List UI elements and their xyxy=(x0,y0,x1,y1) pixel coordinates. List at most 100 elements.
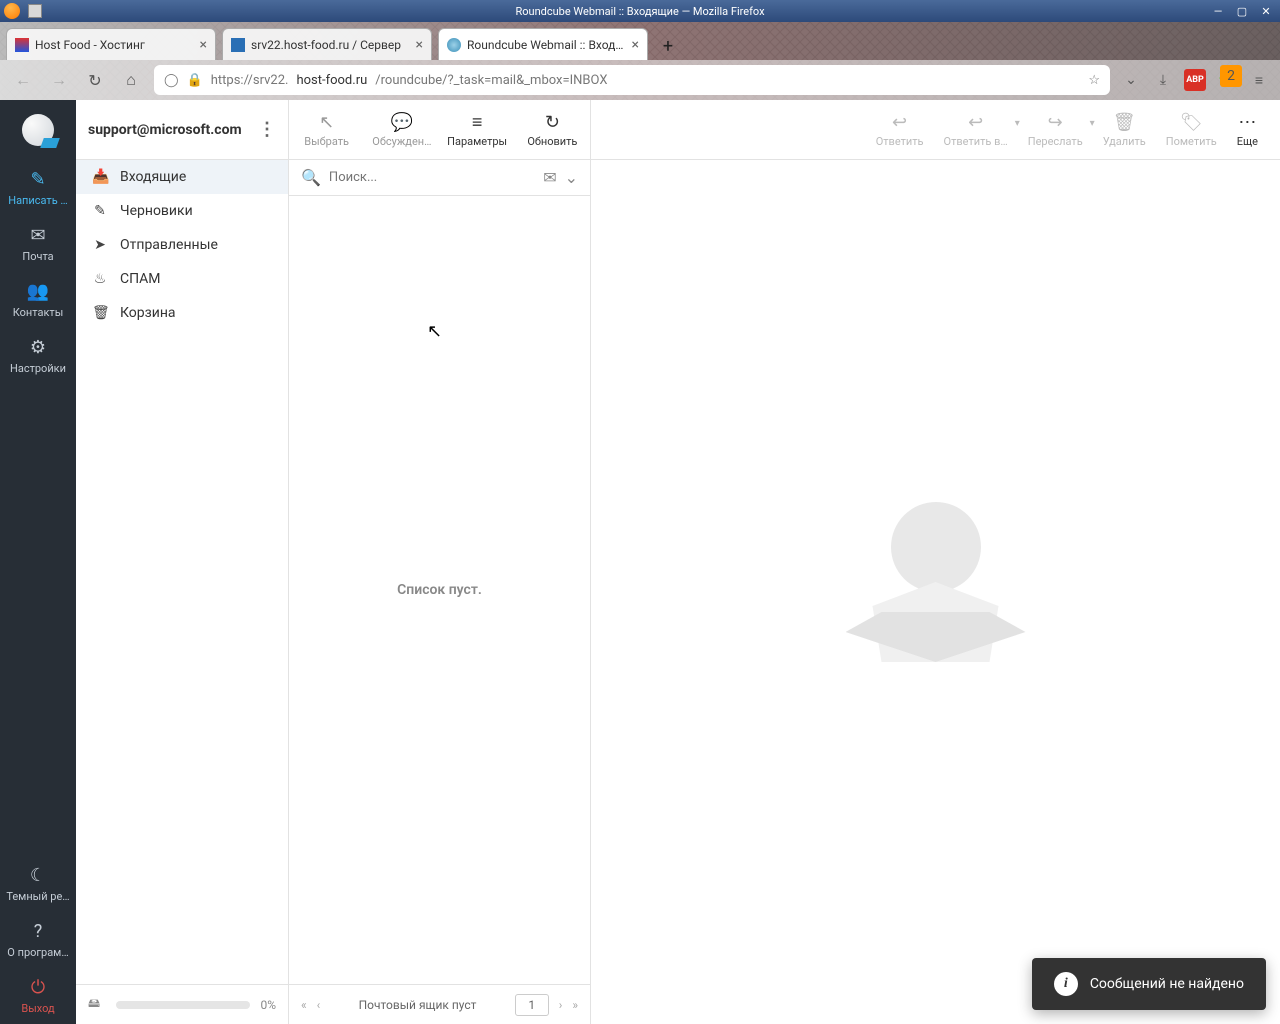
pencil-icon: ✎ xyxy=(92,203,108,219)
titlebar-square xyxy=(28,4,42,18)
lock-icon[interactable]: 🔒 xyxy=(187,73,203,88)
bookmark-star-icon[interactable]: ☆ xyxy=(1088,73,1100,88)
reply-all-icon: ↩ xyxy=(968,112,983,133)
browser-chrome: Host Food - Хостинг × srv22.host-food.ru… xyxy=(0,22,1280,100)
window-minimize-button[interactable]: — xyxy=(1208,5,1228,18)
forward-button[interactable]: ↪ Переслать ▾ xyxy=(1022,112,1089,148)
url-prefix: https://srv22. xyxy=(211,73,289,88)
window-maximize-button[interactable]: ▢ xyxy=(1232,5,1252,18)
nav-about[interactable]: ? О програм… xyxy=(0,912,76,968)
more-button[interactable]: ⋯ Еще xyxy=(1231,112,1264,148)
folder-spam[interactable]: ♨ СПАМ xyxy=(76,262,288,296)
firefox-app-icon xyxy=(4,3,20,19)
nav-home-button[interactable]: ⌂ xyxy=(118,67,144,93)
nav-label: Написать … xyxy=(8,194,68,207)
power-icon: ⏻ xyxy=(31,977,45,998)
reply-icon: ↩ xyxy=(892,112,907,133)
caret-down-icon[interactable]: ▾ xyxy=(1090,118,1095,129)
btn-label: Параметры xyxy=(447,135,507,148)
inbox-icon: 📥 xyxy=(92,169,108,185)
folder-trash[interactable]: 🗑 Корзина xyxy=(76,296,288,330)
more-icon: ⋯ xyxy=(1238,112,1256,133)
nav-label: Темный ре… xyxy=(6,890,69,903)
extensions-icon[interactable]: 🧩2 xyxy=(1216,69,1238,91)
reply-all-button[interactable]: ↩ Ответить в… ▾ xyxy=(938,112,1014,148)
folder-column: support@microsoft.com ⋮ 📥 Входящие ✎ Чер… xyxy=(76,100,289,1024)
nav-darkmode[interactable]: ☾ Темный ре… xyxy=(0,856,76,912)
page-first-icon[interactable]: « xyxy=(301,998,307,1012)
btn-label: Еще xyxy=(1237,135,1258,148)
nav-settings[interactable]: ⚙ Настройки xyxy=(0,328,76,384)
nav-compose[interactable]: ✎ Написать … xyxy=(0,160,76,216)
btn-label: Ответить xyxy=(876,135,924,148)
favicon-roundcube-icon xyxy=(447,38,461,52)
tab-close-icon[interactable]: × xyxy=(200,37,207,53)
page-next-icon[interactable]: › xyxy=(559,998,563,1012)
folder-label: СПАМ xyxy=(120,271,160,287)
url-path: /roundcube/?_task=mail&_mbox=INBOX xyxy=(375,73,607,88)
page-prev-icon[interactable]: ‹ xyxy=(317,998,321,1012)
message-list-body: Список пуст. xyxy=(289,196,590,984)
nav-mail[interactable]: ✉ Почта xyxy=(0,216,76,272)
reply-button[interactable]: ↩ Ответить xyxy=(870,112,930,148)
options-button[interactable]: ≡ Параметры xyxy=(441,112,513,148)
tag-icon: 🏷 xyxy=(1180,112,1203,133)
message-list-column: ↖ Выбрать 💬 Обсужден… ≡ Параметры ↻ Обно… xyxy=(289,100,591,1024)
nav-label: О програм… xyxy=(7,946,68,959)
folder-label: Входящие xyxy=(120,169,186,185)
nav-forward-button[interactable]: → xyxy=(46,67,72,93)
window-close-button[interactable]: ✕ xyxy=(1256,5,1276,18)
address-bar[interactable]: ◯ 🔒 https://srv22. host-food.ru/roundcube… xyxy=(154,65,1110,95)
hamburger-menu-icon[interactable]: ≡ xyxy=(1248,69,1270,91)
content-body xyxy=(591,160,1280,1024)
download-icon[interactable]: ⤓ xyxy=(1152,69,1174,91)
nav-label: Почта xyxy=(22,250,53,263)
abp-extension-icon[interactable]: ABP xyxy=(1184,69,1206,91)
pocket-icon[interactable]: ⌄ xyxy=(1120,69,1142,91)
page-last-icon[interactable]: » xyxy=(572,998,578,1012)
nav-back-button[interactable]: ← xyxy=(10,67,36,93)
search-icon[interactable]: 🔍 xyxy=(301,168,321,187)
search-input[interactable] xyxy=(329,170,535,185)
folder-inbox[interactable]: 📥 Входящие xyxy=(76,160,288,194)
new-tab-button[interactable]: + xyxy=(654,32,682,60)
folder-sent[interactable]: ➤ Отправленные xyxy=(76,228,288,262)
favicon-hf-icon xyxy=(231,38,245,52)
shield-icon[interactable]: ◯ xyxy=(164,73,179,88)
tab-close-icon[interactable]: × xyxy=(416,37,423,53)
select-button[interactable]: ↖ Выбрать xyxy=(291,112,363,148)
folder-drafts[interactable]: ✎ Черновики xyxy=(76,194,288,228)
page-number[interactable]: 1 xyxy=(515,994,549,1016)
nav-logout[interactable]: ⏻ Выход xyxy=(0,968,76,1024)
delete-button[interactable]: 🗑 Удалить xyxy=(1097,112,1152,148)
url-host: host-food.ru xyxy=(296,73,367,88)
nav-reload-button[interactable]: ↻ xyxy=(82,67,108,93)
toast-notification[interactable]: i Сообщений не найдено xyxy=(1032,958,1266,1010)
content-column: ↩ Ответить ↩ Ответить в… ▾ ↪ Переслать ▾… xyxy=(591,100,1280,1024)
account-menu-icon[interactable]: ⋮ xyxy=(258,119,276,140)
btn-label: Обсужден… xyxy=(372,135,431,148)
roundcube-app: ✎ Написать … ✉ Почта 👥 Контакты ⚙ Настро… xyxy=(0,100,1280,1024)
folder-label: Корзина xyxy=(120,305,176,321)
folder-label: Отправленные xyxy=(120,237,218,253)
refresh-button[interactable]: ↻ Обновить xyxy=(516,112,588,148)
account-header: support@microsoft.com ⋮ xyxy=(76,100,288,160)
list-footer: « ‹ Почтовый ящик пуст 1 › » xyxy=(289,984,590,1024)
nav-contacts[interactable]: 👥 Контакты xyxy=(0,272,76,328)
cursor-icon: ↖ xyxy=(319,112,334,133)
mark-button[interactable]: 🏷 Пометить xyxy=(1160,112,1223,148)
browser-tab[interactable]: srv22.host-food.ru / Сервер × xyxy=(222,28,432,60)
content-toolbar: ↩ Ответить ↩ Ответить в… ▾ ↪ Переслать ▾… xyxy=(591,100,1280,160)
threads-button[interactable]: 💬 Обсужден… xyxy=(366,112,438,148)
caret-down-icon[interactable]: ▾ xyxy=(1015,118,1020,129)
envelope-icon[interactable]: ✉ xyxy=(543,168,556,187)
browser-tab[interactable]: Host Food - Хостинг × xyxy=(6,28,216,60)
help-icon: ? xyxy=(34,921,43,942)
empty-list-text: Список пуст. xyxy=(397,582,482,598)
search-row: 🔍 ✉ ⌄ xyxy=(289,160,590,196)
browser-tab-active[interactable]: Roundcube Webmail :: Вход… × xyxy=(438,28,648,60)
tab-close-icon[interactable]: × xyxy=(632,37,639,53)
chevron-down-icon[interactable]: ⌄ xyxy=(565,168,578,187)
moon-icon: ☾ xyxy=(30,865,46,886)
fire-icon: ♨ xyxy=(92,271,108,287)
